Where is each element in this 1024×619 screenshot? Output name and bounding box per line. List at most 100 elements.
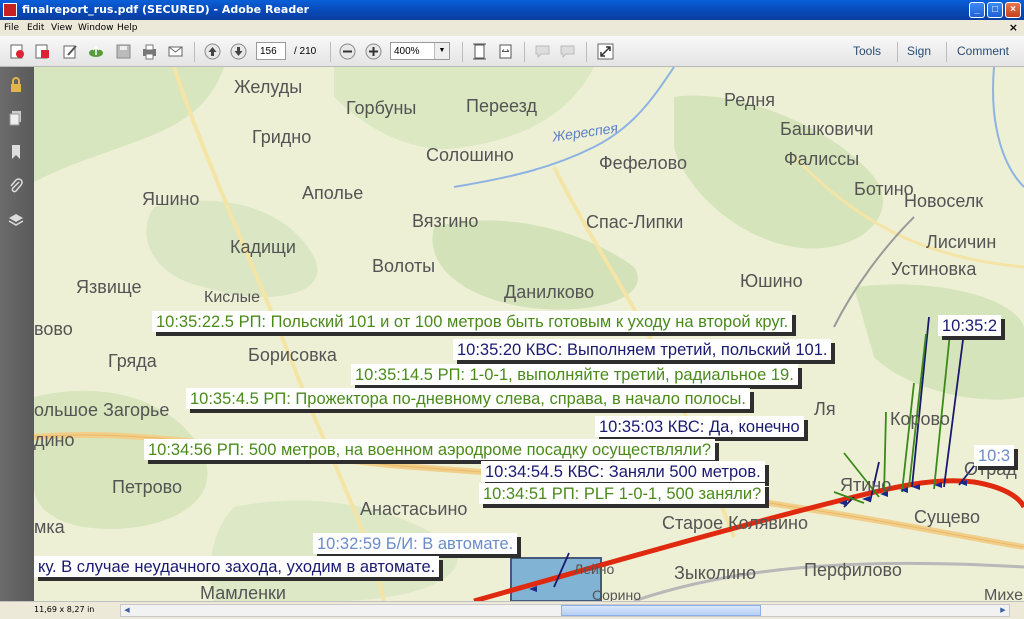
transcript-caption: 10:3: [974, 445, 1015, 466]
place-label: Сорино: [592, 587, 642, 601]
open-file-icon[interactable]: [34, 43, 51, 60]
page-thumbnails-icon[interactable]: [8, 110, 24, 126]
highlight-icon: [560, 45, 575, 59]
place-label: Михей: [984, 587, 1024, 601]
place-label: вово: [34, 319, 73, 339]
place-label: Аполье: [302, 183, 364, 203]
place-label: Язвище: [76, 277, 142, 297]
place-label: Кислые: [204, 289, 260, 306]
place-label: Юшино: [740, 271, 803, 291]
place-label: Лисичин: [926, 232, 997, 252]
zoom-in-icon[interactable]: [365, 43, 382, 60]
toolbar: 156 / 210 400% ▼ Tools Sign Comment: [0, 36, 1024, 67]
place-label: Кадищи: [230, 237, 296, 257]
previous-page-icon[interactable]: [204, 43, 221, 60]
document-view[interactable]: Желуды Горбуны Переезд Редня Жереспея Гр…: [34, 67, 1024, 601]
place-label: Ля: [814, 399, 836, 419]
transcript-caption: 10:35:22.5 РП: Польский 101 и от 100 мет…: [152, 311, 793, 332]
minimize-button[interactable]: _: [969, 2, 985, 18]
place-label: ольшое Загорье: [34, 400, 170, 420]
edit-pdf-icon[interactable]: [62, 43, 79, 60]
place-label: Желуды: [234, 77, 303, 97]
place-label: Борисовка: [248, 345, 337, 365]
menu-view[interactable]: View: [51, 23, 72, 33]
transcript-caption: 10:34:51 РП: PLF 1-0-1, 500 заняли?: [479, 483, 766, 504]
place-label: Солошино: [426, 145, 514, 165]
place-label: Гридно: [252, 127, 312, 147]
menu-bar: File Edit View Window Help ×: [0, 20, 1024, 36]
zoom-value: 400%: [394, 46, 420, 57]
zoom-select[interactable]: 400% ▼: [390, 42, 450, 60]
menu-edit[interactable]: Edit: [27, 23, 44, 33]
layers-icon[interactable]: [8, 212, 24, 228]
place-label: дино: [34, 430, 75, 450]
place-label: Башковичи: [780, 119, 874, 139]
horizontal-scrollbar[interactable]: ◀ ▶: [120, 604, 1010, 617]
navigation-pane: [0, 67, 34, 601]
place-label: Старое Колявино: [662, 513, 809, 533]
transcript-caption: 10:35:20 КВС: Выполняем третий, польский…: [453, 339, 832, 360]
place-label: Перфилово: [804, 560, 902, 580]
place-label: Новоселк: [904, 191, 984, 211]
scrollbar-thumb[interactable]: [561, 605, 761, 616]
fit-width-icon[interactable]: [497, 43, 514, 60]
zoom-out-icon[interactable]: [339, 43, 356, 60]
maximize-button[interactable]: □: [987, 2, 1003, 18]
place-label: Вязгино: [412, 211, 479, 231]
transcript-caption: 10:35:2: [938, 315, 1002, 336]
place-label: Яшино: [142, 189, 200, 209]
menu-help[interactable]: Help: [117, 23, 138, 33]
scroll-left-icon[interactable]: ◀: [121, 605, 133, 616]
fit-page-icon[interactable]: [471, 43, 488, 60]
topographic-map: [34, 67, 1024, 601]
page-total: / 210: [294, 46, 317, 57]
place-label: Зыколино: [674, 563, 757, 583]
place-label: Лейно: [574, 561, 615, 577]
place-label: Спас-Липки: [586, 212, 684, 232]
title-bar: finalreport_rus.pdf (SECURED) - Adobe Re…: [0, 0, 1024, 20]
place-label: мка: [34, 517, 65, 537]
menu-window[interactable]: Window: [78, 23, 114, 33]
next-page-icon[interactable]: [230, 43, 247, 60]
place-label: Фефелово: [599, 153, 688, 173]
place-label: Фалиссы: [784, 149, 860, 169]
page-number-input[interactable]: 156: [256, 42, 286, 60]
close-document-icon[interactable]: ×: [1009, 21, 1018, 34]
print-icon[interactable]: [141, 43, 158, 60]
scroll-right-icon[interactable]: ▶: [997, 605, 1009, 616]
expand-icon[interactable]: [597, 43, 614, 60]
place-label: Гряда: [108, 351, 157, 371]
place-label: Мамленки: [200, 583, 286, 601]
place-label: Переезд: [466, 96, 537, 116]
place-label: Ятино: [840, 475, 892, 495]
chevron-down-icon[interactable]: ▼: [434, 43, 449, 59]
transcript-caption: ку. В случае неудачного захода, уходим в…: [34, 556, 440, 577]
status-bar: 11,69 x 8,27 in ◀ ▶: [0, 601, 1024, 619]
transcript-caption: 10:35:14.5 РП: 1-0-1, выполняйте третий,…: [351, 364, 798, 385]
tools-pane-button[interactable]: Tools: [853, 44, 881, 58]
transcript-caption: 10:34:56 РП: 500 метров, на военном аэро…: [144, 439, 716, 460]
lock-icon[interactable]: [8, 77, 24, 93]
transcript-caption: 10:32:59 Б/И: В автомате.: [313, 533, 518, 554]
place-label: Анастасьино: [360, 499, 468, 519]
comment-pane-button[interactable]: Comment: [957, 44, 1009, 58]
save-icon[interactable]: [115, 43, 132, 60]
cloud-upload-icon[interactable]: [87, 43, 104, 60]
bookmark-icon[interactable]: [8, 144, 24, 160]
attachment-icon[interactable]: [8, 178, 24, 194]
adobe-reader-icon: [3, 3, 17, 17]
email-icon[interactable]: [167, 43, 184, 60]
sign-pane-button[interactable]: Sign: [907, 44, 931, 58]
place-label: Волоты: [372, 256, 436, 276]
close-button[interactable]: ×: [1005, 2, 1021, 18]
place-label: Устиновка: [891, 259, 977, 279]
transcript-caption: 10:35:03 КВС: Да, конечно: [595, 416, 804, 437]
transcript-caption: 10:34:54.5 КВС: Заняли 500 метров.: [481, 461, 765, 482]
menu-file[interactable]: File: [4, 23, 19, 33]
create-pdf-icon[interactable]: [9, 43, 26, 60]
window-title: finalreport_rus.pdf (SECURED) - Adobe Re…: [22, 3, 310, 16]
place-label: Сущево: [914, 507, 980, 527]
place-label: Горбуны: [346, 98, 417, 118]
place-label: Корово: [890, 409, 950, 429]
place-label: Редня: [724, 90, 776, 110]
